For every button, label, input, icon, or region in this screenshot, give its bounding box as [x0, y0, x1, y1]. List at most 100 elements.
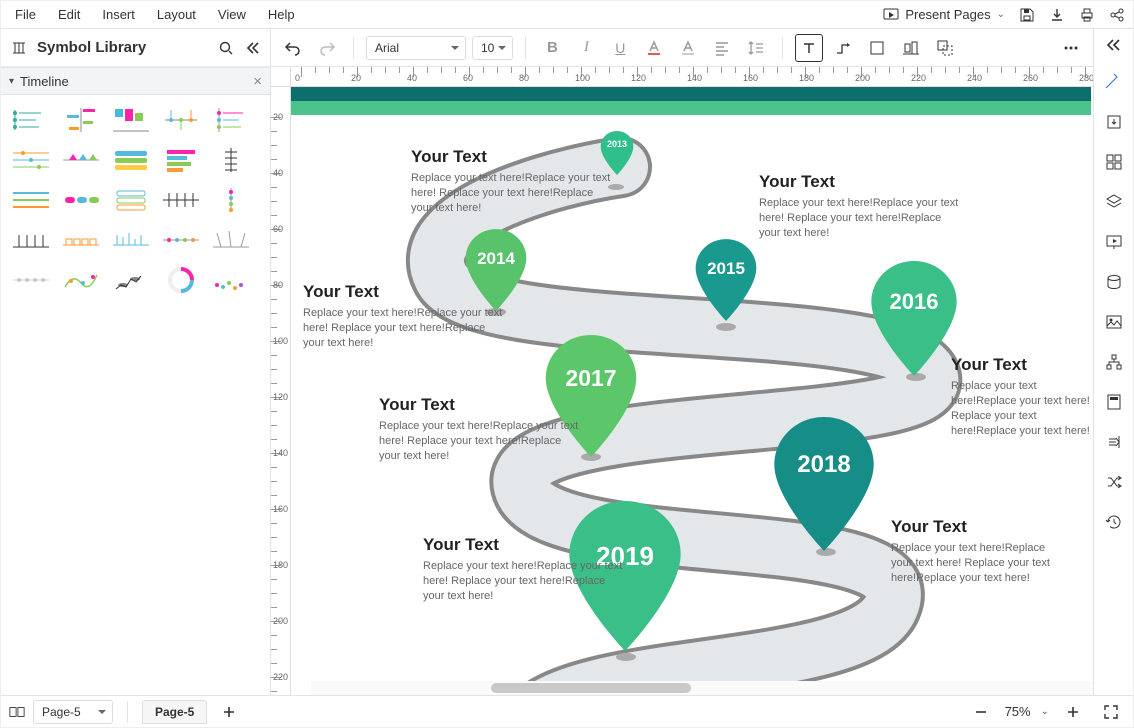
- symbol-thumbnails: [1, 95, 270, 305]
- timeline-symbol[interactable]: [209, 103, 253, 137]
- export-panel-icon[interactable]: [1101, 109, 1127, 135]
- search-icon[interactable]: [218, 40, 234, 56]
- page-select[interactable]: Page-5: [33, 700, 113, 724]
- timeline-symbol[interactable]: [109, 183, 153, 217]
- data-panel-icon[interactable]: [1101, 269, 1127, 295]
- timeline-symbol[interactable]: [209, 143, 253, 177]
- font-select[interactable]: Arial: [366, 36, 466, 60]
- text-tool-button[interactable]: [795, 34, 823, 62]
- timeline-symbol[interactable]: [9, 263, 53, 297]
- page-panel-icon[interactable]: [1101, 389, 1127, 415]
- timeline-symbol[interactable]: [59, 263, 103, 297]
- page-header-band-dark: [291, 87, 1091, 101]
- pin-year: 2016: [867, 289, 961, 315]
- zoom-in-button[interactable]: [1059, 698, 1087, 726]
- bold-button[interactable]: B: [538, 34, 566, 62]
- more-button[interactable]: [1057, 34, 1085, 62]
- menubar: File Edit Insert Layout View Help Presen…: [1, 1, 1133, 29]
- highlight-button[interactable]: [674, 34, 702, 62]
- chevron-down-icon: ⌄: [997, 9, 1005, 20]
- style-panel-icon[interactable]: [1101, 69, 1127, 95]
- hierarchy-panel-icon[interactable]: [1101, 349, 1127, 375]
- timeline-symbol[interactable]: [209, 223, 253, 257]
- timeline-symbol[interactable]: [59, 143, 103, 177]
- timeline-symbol[interactable]: [159, 263, 203, 297]
- undo-button[interactable]: [279, 34, 307, 62]
- timeline-symbol[interactable]: [159, 143, 203, 177]
- add-page-button[interactable]: [215, 698, 243, 726]
- indent-panel-icon[interactable]: [1101, 429, 1127, 455]
- timeline-text-block[interactable]: Your TextReplace your text here!Replace …: [379, 395, 579, 464]
- timeline-symbol[interactable]: [209, 263, 253, 297]
- fontcolor-button[interactable]: [640, 34, 668, 62]
- zoom-out-button[interactable]: [967, 698, 995, 726]
- timeline-symbol[interactable]: [9, 143, 53, 177]
- timeline-text-block[interactable]: Your TextReplace your text here!Replace …: [411, 147, 611, 216]
- present-pages-button[interactable]: Present Pages ⌄: [883, 7, 1005, 23]
- presentation-panel-icon[interactable]: [1101, 229, 1127, 255]
- timeline-symbol[interactable]: [59, 183, 103, 217]
- print-icon[interactable]: [1079, 7, 1095, 23]
- history-panel-icon[interactable]: [1101, 509, 1127, 535]
- menu-layout[interactable]: Layout: [157, 7, 196, 22]
- timeline-symbol[interactable]: [109, 263, 153, 297]
- pin-year: 2017: [541, 365, 641, 392]
- timeline-text-block[interactable]: Your TextReplace your text here!Replace …: [423, 535, 623, 604]
- connector-button[interactable]: [829, 34, 857, 62]
- group-button[interactable]: [931, 34, 959, 62]
- image-panel-icon[interactable]: [1101, 309, 1127, 335]
- zoom-value: 75%: [1005, 704, 1031, 719]
- align-button[interactable]: [708, 34, 736, 62]
- timeline-symbol[interactable]: [9, 183, 53, 217]
- collapse-left-icon[interactable]: [244, 40, 260, 56]
- canvas[interactable]: 2013 2014 2015 2016: [291, 87, 1093, 695]
- timeline-symbol[interactable]: [59, 103, 103, 137]
- close-icon[interactable]: ×: [253, 73, 262, 90]
- linespacing-button[interactable]: [742, 34, 770, 62]
- timeline-symbol[interactable]: [109, 223, 153, 257]
- download-icon[interactable]: [1049, 7, 1065, 23]
- layers-panel-icon[interactable]: [1101, 189, 1127, 215]
- timeline-text-block[interactable]: Your TextReplace your text here!Replace …: [891, 517, 1061, 586]
- section-title: Timeline: [20, 74, 69, 89]
- shape-style-button[interactable]: [863, 34, 891, 62]
- timeline-symbol[interactable]: [209, 183, 253, 217]
- page[interactable]: 2013 2014 2015 2016: [291, 87, 1091, 695]
- page-tab[interactable]: Page-5: [142, 700, 207, 724]
- collapse-right-icon[interactable]: [1101, 35, 1127, 55]
- timeline-symbol[interactable]: [9, 103, 53, 137]
- library-icon: [11, 40, 27, 56]
- timeline-section-header[interactable]: ▾ Timeline ×: [1, 67, 270, 95]
- timeline-pin-2015[interactable]: 2015: [693, 239, 759, 321]
- fontsize-select[interactable]: 10: [472, 36, 513, 60]
- timeline-symbol[interactable]: [109, 143, 153, 177]
- underline-button[interactable]: U: [606, 34, 634, 62]
- italic-button[interactable]: I: [572, 34, 600, 62]
- shuffle-panel-icon[interactable]: [1101, 469, 1127, 495]
- save-icon[interactable]: [1019, 7, 1035, 23]
- menu-view[interactable]: View: [218, 7, 246, 22]
- timeline-pin-2016[interactable]: 2016: [867, 261, 961, 376]
- timeline-symbol[interactable]: [59, 223, 103, 257]
- pages-view-icon[interactable]: [9, 704, 25, 720]
- fit-screen-button[interactable]: [1097, 698, 1125, 726]
- timeline-symbol[interactable]: [159, 103, 203, 137]
- redo-button[interactable]: [313, 34, 341, 62]
- timeline-symbol[interactable]: [9, 223, 53, 257]
- timeline-text-block[interactable]: Your TextReplace your text here!Replace …: [951, 355, 1093, 438]
- align-objects-button[interactable]: [897, 34, 925, 62]
- timeline-text-block[interactable]: Your TextReplace your text here!Replace …: [759, 172, 959, 241]
- right-panel: [1093, 29, 1133, 695]
- menu-insert[interactable]: Insert: [102, 7, 135, 22]
- menu-edit[interactable]: Edit: [58, 7, 80, 22]
- menu-help[interactable]: Help: [268, 7, 295, 22]
- timeline-symbol[interactable]: [159, 183, 203, 217]
- horizontal-scrollbar[interactable]: [311, 681, 1093, 695]
- grid-panel-icon[interactable]: [1101, 149, 1127, 175]
- share-icon[interactable]: [1109, 7, 1125, 23]
- menu-file[interactable]: File: [15, 7, 36, 22]
- timeline-text-block[interactable]: Your TextReplace your text here!Replace …: [303, 282, 503, 351]
- timeline-symbol[interactable]: [109, 103, 153, 137]
- timeline-pin-2018[interactable]: 2018: [769, 417, 879, 551]
- timeline-symbol[interactable]: [159, 223, 203, 257]
